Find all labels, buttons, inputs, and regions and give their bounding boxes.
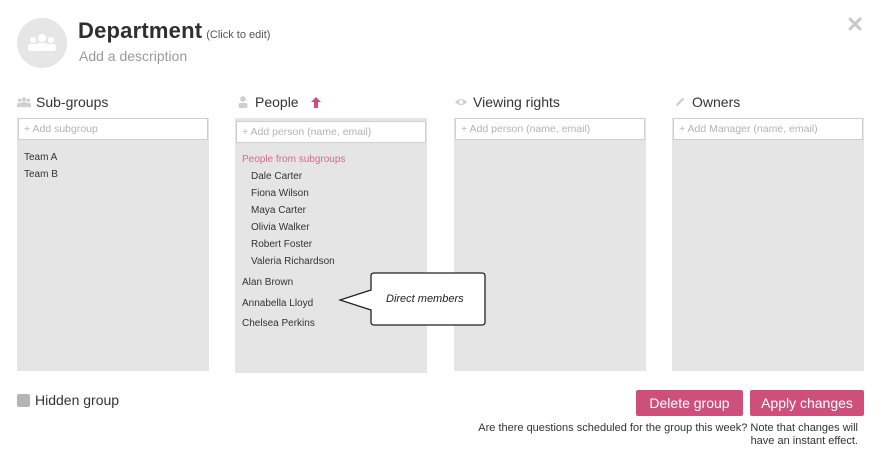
list-item[interactable]: Valeria Richardson [242,253,421,270]
description-field[interactable]: Add a description [79,48,187,64]
add-manager-input[interactable] [673,118,863,140]
arrow-up-icon[interactable] [310,96,322,109]
subgroup-people-label: People from subgroups [242,154,346,165]
people-group-icon [17,97,31,108]
viewing-header: Viewing rights [454,94,560,110]
delete-group-button[interactable]: Delete group [636,390,743,416]
owners-label: Owners [692,94,741,110]
page-title[interactable]: Department [78,18,202,43]
list-item[interactable]: Olivia Walker [242,219,421,236]
click-to-edit-hint: (Click to edit) [206,29,271,41]
apply-changes-button[interactable]: Apply changes [750,390,864,416]
people-label: People [255,94,299,110]
people-group-icon [28,34,56,51]
subgroups-list: Team A Team B [17,140,209,183]
people-header: People [236,94,322,110]
viewing-label: Viewing rights [473,94,560,110]
close-x-icon [848,17,862,31]
list-item[interactable]: Team B [24,166,203,183]
eye-icon [454,98,468,106]
list-item[interactable]: Team A [24,149,203,166]
person-icon [238,96,248,108]
list-item[interactable]: Maya Carter [242,202,421,219]
callout-text: Direct members [386,293,464,305]
list-item[interactable]: Dale Carter [242,168,421,185]
add-subgroup-input[interactable] [18,118,208,140]
add-person-input[interactable] [236,121,426,143]
page-title-row[interactable]: Department (Click to edit) [78,18,270,44]
hidden-group-label: Hidden group [35,392,120,408]
owners-header: Owners [673,94,740,110]
subgroups-header: Sub-groups [17,94,108,110]
subgroups-label: Sub-groups [36,94,109,110]
owners-panel [672,118,864,371]
hidden-group-checkbox[interactable] [17,393,30,407]
people-panel: People from subgroups Dale Carter Fiona … [235,118,427,373]
hidden-group-toggle[interactable]: Hidden group [17,392,119,408]
viewing-panel [454,118,646,371]
subgroups-panel: Team A Team B [17,118,209,371]
list-item[interactable]: Robert Foster [242,236,421,253]
add-viewer-input[interactable] [455,118,645,140]
group-avatar[interactable] [17,18,67,68]
pencil-icon [675,97,685,107]
instant-effect-note: Are there questions scheduled for the gr… [478,422,858,447]
close-button[interactable] [845,14,865,34]
list-item[interactable]: Fiona Wilson [242,185,421,202]
